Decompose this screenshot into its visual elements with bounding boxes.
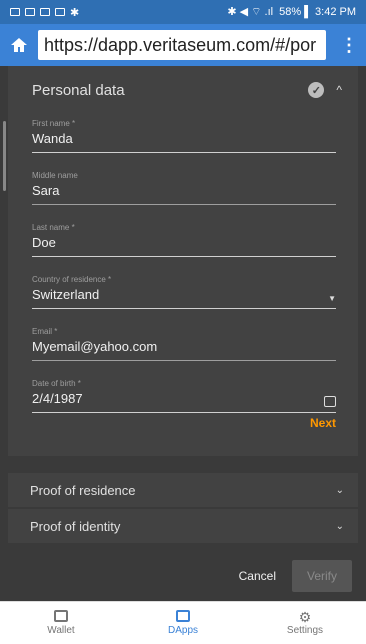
next-button[interactable]: Next [310,416,336,430]
dapps-icon [176,610,190,622]
first-name-field[interactable]: First name * Wanda [32,114,336,166]
chevron-down-icon: ⌄ [335,484,344,496]
url-field[interactable]: https://dapp.veritaseum.com/#/por [38,30,326,60]
nav-label: Wallet [47,625,75,636]
nav-dapps[interactable]: DApps [138,610,228,636]
dropdown-arrow-icon: ▼ [328,294,336,303]
field-label: Middle name [32,171,78,180]
more-menu-icon[interactable]: ⋮ [340,35,358,56]
field-value: Myemail@yahoo.com [32,339,158,354]
battery-time: 58% ▌ 3:42 PM [279,6,356,18]
nav-wallet[interactable]: Wallet [16,610,106,636]
notification-icon [40,8,50,16]
chevron-up-icon[interactable]: ^ [336,83,342,97]
notification-icon [55,8,65,16]
check-circle-icon: ✓ [308,82,325,98]
personal-data-header[interactable]: Personal data ✓ ^ [20,66,346,114]
nav-label: DApps [167,625,198,636]
proof-of-residence-section[interactable]: Proof of residence ⌄ [8,473,358,507]
chevron-down-icon: ⌄ [335,520,344,532]
calendar-icon[interactable] [324,396,336,407]
sparkle-icon: ✱ [70,6,80,19]
notification-icons: ✱ [10,6,79,19]
personal-data-card: Personal data ✓ ^ First name * Wanda Mid… [8,66,358,456]
country-select[interactable]: Country of residence * Switzerland ▼ [32,270,336,322]
field-label: Email * [32,327,58,336]
notification-icon [10,8,20,16]
browser-bar: https://dapp.veritaseum.com/#/por ⋮ [0,24,366,66]
section-title: Proof of identity [30,518,121,534]
field-value: 2/4/1987 [32,391,83,406]
gear-icon: ⚙ [298,609,312,625]
wallet-icon [54,610,68,622]
app-content: Personal data ✓ ^ First name * Wanda Mid… [0,66,366,601]
email-field[interactable]: Email * Myemail@yahoo.com [32,322,336,374]
nav-settings[interactable]: ⚙ Settings [260,610,350,636]
system-indicators: ✱ ◀︎ ⌔ .ıl 58% ▌ 3:42 PM [227,5,356,19]
form-actions: Cancel Verify [8,551,358,601]
middle-name-field[interactable]: Middle name Sara [32,166,336,218]
cancel-button[interactable]: Cancel [239,569,276,583]
nav-label: Settings [286,625,324,636]
field-value: Switzerland [32,287,100,302]
status-bar: ✱ ✱ ◀︎ ⌔ .ıl 58% ▌ 3:42 PM [0,0,366,24]
proof-of-identity-section[interactable]: Proof of identity ⌄ [8,509,358,543]
date-of-birth-field[interactable]: Date of birth * 2/4/1987 [32,374,336,426]
home-icon[interactable] [8,34,30,56]
field-label: Date of birth * [32,379,81,388]
section-title: Proof of residence [30,482,136,498]
last-name-field[interactable]: Last name * Doe [32,218,336,270]
bottom-navigation: Wallet DApps ⚙ Settings [0,601,366,644]
verify-button[interactable]: Verify [292,560,352,592]
scrollbar[interactable] [3,121,6,191]
field-label: Country of residence * [32,275,112,284]
field-label: First name * [32,119,76,128]
notification-icon [25,8,35,16]
card-title: Personal data [32,81,125,99]
field-label: Last name * [32,223,75,232]
field-value: Doe [32,235,56,250]
field-value: Sara [32,183,60,198]
field-value: Wanda [32,131,73,146]
signal-icon: ✱ ◀︎ ⌔ .ıl [227,6,274,18]
